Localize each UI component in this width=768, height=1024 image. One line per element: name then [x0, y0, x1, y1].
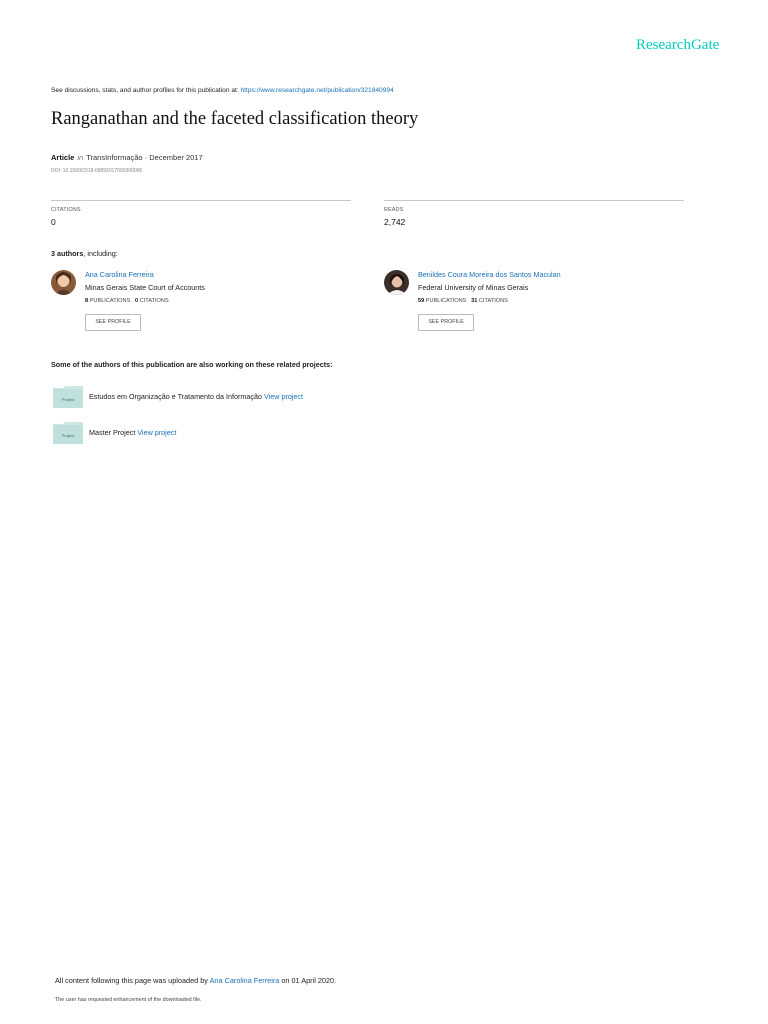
publication-type: Article: [51, 153, 75, 162]
authors-count: 3 authors: [51, 249, 84, 258]
project-icon-label: Project: [62, 433, 75, 438]
project-name: Estudos em Organização e Tratamento da I…: [89, 392, 264, 401]
project-icon-label: Project: [62, 397, 75, 402]
reads-value: 2,742: [384, 217, 406, 227]
citations-value: 0: [51, 217, 56, 227]
author-citations-label: CITATIONS: [478, 298, 508, 304]
author-photo-icon: [384, 270, 409, 295]
project-row: Estudos em Organização e Tratamento da I…: [89, 392, 303, 401]
researchgate-logo[interactable]: ResearchGate: [636, 37, 719, 54]
publication-venue-date: TransInformação · December 2017: [86, 153, 203, 162]
publication-doi: DOI: 10.1590/2318-08892017000300006: [51, 168, 143, 174]
author-name-link[interactable]: Benildes Coura Moreira dos Santos Macula…: [418, 270, 561, 279]
see-profile-button[interactable]: SEE PROFILE: [418, 314, 474, 331]
reads-label: READS: [384, 207, 404, 213]
author-institution: Federal University of Minas Gerais: [418, 283, 529, 292]
publication-url-link[interactable]: https://www.researchgate.net/publication…: [241, 87, 394, 94]
project-folder-icon: Project: [53, 386, 83, 408]
author-publications-count: 59: [418, 298, 425, 304]
citations-divider: [51, 200, 351, 201]
author-citations-label: CITATIONS: [139, 298, 169, 304]
author-publications-label: PUBLICATIONS: [425, 298, 467, 304]
project-name: Master Project: [89, 428, 138, 437]
reads-divider: [384, 200, 684, 201]
author-institution: Minas Gerais State Court of Accounts: [85, 283, 205, 292]
upload-prefix: All content following this page was uplo…: [55, 976, 210, 985]
author-publications-label: PUBLICATIONS: [89, 298, 131, 304]
in-word: in: [77, 153, 84, 162]
view-project-link[interactable]: View project: [137, 428, 176, 437]
view-project-link[interactable]: View project: [264, 392, 303, 401]
publication-meta: Article in TransInformação · December 2017: [51, 153, 203, 162]
discussion-line: See discussions, stats, and author profi…: [51, 87, 394, 94]
avatar[interactable]: [384, 270, 409, 295]
author-citations-count: 31: [471, 298, 478, 304]
see-profile-button[interactable]: SEE PROFILE: [85, 314, 141, 331]
upload-note: All content following this page was uplo…: [55, 976, 336, 985]
author-stats: 8 PUBLICATIONS 0 CITATIONS: [85, 298, 169, 304]
discussion-prefix: See discussions, stats, and author profi…: [51, 87, 241, 94]
citations-label: CITATIONS: [51, 207, 81, 213]
author-publications-count: 8: [85, 298, 89, 304]
author-stats: 59 PUBLICATIONS 31 CITATIONS: [418, 298, 508, 304]
upload-suffix: on 01 April 2020.: [279, 976, 337, 985]
author-photo-icon: [51, 270, 76, 295]
project-folder-icon: Project: [53, 422, 83, 444]
uploader-link[interactable]: Ana Carolina Ferreira: [210, 976, 280, 985]
publication-title: Ranganathan and the faceted classificati…: [51, 109, 419, 129]
author-citations-count: 0: [134, 298, 139, 304]
avatar[interactable]: [51, 270, 76, 295]
author-name-link[interactable]: Ana Carolina Ferreira: [85, 270, 154, 279]
authors-suffix: , including:: [83, 249, 118, 258]
project-row: Master Project View project: [89, 428, 176, 437]
authors-header: 3 authors, including:: [51, 249, 118, 258]
enhancement-note: The user has requested enhancement of th…: [55, 997, 202, 1003]
projects-header: Some of the authors of this publication …: [51, 360, 333, 369]
